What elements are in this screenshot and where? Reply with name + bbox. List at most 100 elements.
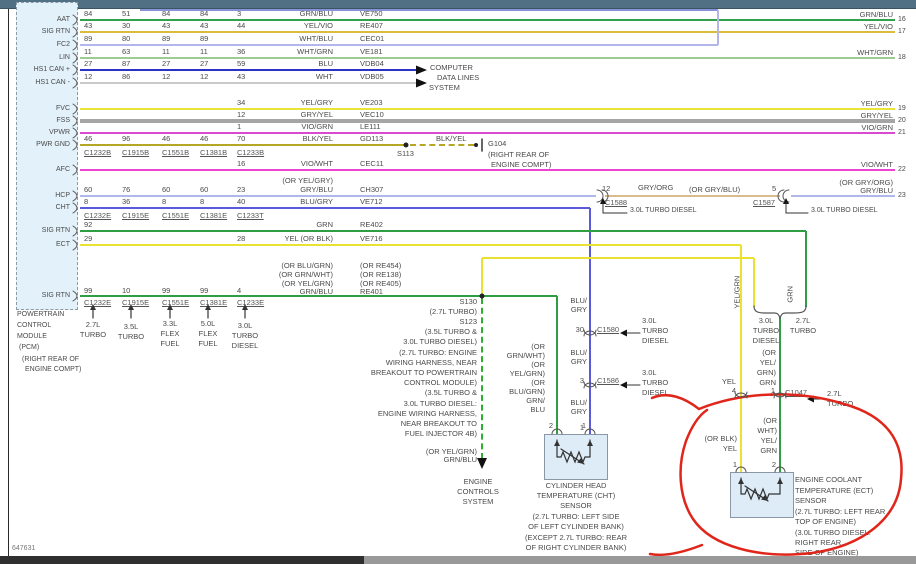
engine-label: TURBO (232, 332, 258, 341)
sensor-label: TEMPERATURE (ECT) (795, 487, 873, 496)
pin-number: 51 (122, 10, 130, 19)
engine-label: FLEX (199, 330, 218, 339)
wire-color-label: (OR BLK) (704, 435, 737, 444)
pin-number: 89 (84, 35, 92, 44)
sensor-label: OF RIGHT CYLINDER BANK) (526, 544, 627, 553)
sensor-label: (EXCEPT 2.7L TURBO: REAR (525, 534, 627, 543)
connector-name[interactable]: C1587 (753, 199, 775, 208)
connector-name[interactable]: C1551E (162, 299, 189, 308)
connector-name[interactable]: C1915B (122, 149, 149, 158)
taskbar-right-segment (364, 556, 916, 564)
connector-name[interactable]: C1232E (84, 299, 111, 308)
pin-number: 10 (122, 287, 130, 296)
pin-number: 87 (122, 60, 130, 69)
wire-color-label: GRN/BLU (300, 288, 333, 297)
pin-number: 59 (237, 60, 245, 69)
computer-arrow-icon (416, 79, 427, 88)
ground-loc: ENGINE COMPT) (491, 161, 551, 170)
circuit-id: VDB04 (360, 60, 384, 69)
connector-name[interactable]: C1551E (162, 212, 189, 221)
wire-hcp-gryorg-mid (605, 195, 780, 197)
pcm-name-line: ENGINE COMPT) (25, 366, 81, 374)
right-wire-label: GRY/BLU (860, 187, 893, 196)
connector-name[interactable]: C1233E (237, 299, 264, 308)
right-row-number: 18 (898, 54, 906, 62)
pcm-name-line: (RIGHT REAR OF (22, 356, 79, 364)
connector-name[interactable]: C1047 (785, 389, 807, 398)
connector-name[interactable]: C1381B (200, 149, 227, 158)
wire-color-label: GRY/ORG (638, 184, 673, 193)
pin-number: 89 (200, 35, 208, 44)
right-wire-label: VIO/WHT (861, 161, 893, 170)
sensor-label: (2.7L TURBO: LEFT REAR (795, 508, 885, 517)
pcm-name-line: (PCM) (19, 344, 39, 352)
pin-number: 99 (84, 287, 92, 296)
splice-label: S113 (397, 150, 414, 159)
wire-hs1can-plus-blu (80, 69, 416, 72)
engine-note: DIESEL (753, 337, 780, 346)
connector-name[interactable]: C1233B (237, 149, 264, 158)
wire-grnblu-to-cht (556, 296, 558, 434)
ground-loc: (RIGHT REAR OF (488, 151, 549, 160)
wire-color-label: GRY (571, 306, 587, 315)
pin-number: 84 (84, 10, 92, 19)
pin-number: 12 (237, 111, 245, 120)
connector-name[interactable]: C1915E (122, 299, 149, 308)
wire-grn-vertical (805, 231, 807, 307)
wire-color-label: YEL/GRN (733, 276, 742, 309)
pin-number: 5 (772, 185, 776, 194)
pin-number: 1 (237, 123, 241, 132)
wire-yelgrn-horizontal (482, 257, 754, 259)
c1587-note-arrow (783, 198, 789, 204)
system-dest: COMPUTER (430, 64, 473, 73)
sensor-label: OF LEFT CYLINDER BANK) (528, 523, 624, 532)
pin-number: 40 (237, 198, 245, 207)
splice-note: CONTROL MODULE) (404, 379, 477, 388)
right-wire-label: GRN/BLU (860, 11, 893, 20)
wire-color-label: BLK/YEL (303, 135, 333, 144)
wire-fvc-yelgry (80, 108, 895, 110)
c1586-note-arrow (620, 382, 627, 389)
engine-note: 3.0L (642, 369, 657, 378)
wire-color-label: GRY/BLU (300, 186, 333, 195)
pin-number: 89 (162, 35, 170, 44)
system-dest: SYSTEM (429, 84, 460, 93)
circuit-id: GD113 (360, 135, 383, 144)
splice-note: 3.0L TURBO DIESEL) (403, 338, 477, 347)
wire-ground-dashed (410, 144, 474, 146)
engine-label: 5.0L (201, 320, 216, 329)
right-row-number: 16 (898, 16, 906, 24)
pin-number: 43 (84, 22, 92, 31)
pin-number: 11 (84, 48, 92, 57)
pin-number: 1 (771, 387, 775, 396)
splice-note: (2.7L TURBO) (429, 308, 477, 317)
connector-name[interactable]: C1233T (237, 212, 264, 221)
engine-label: DIESEL (232, 342, 259, 351)
wire-color-label: GRN (760, 447, 777, 456)
engine-note: 3.0L (642, 317, 657, 326)
splice-note: 3.0L TURBO DIESEL: (404, 400, 477, 409)
connector-name[interactable]: C1232B (84, 149, 111, 158)
c1587-note-line (786, 203, 808, 213)
right-row-number: 23 (898, 192, 906, 200)
g104-ground-dot (474, 143, 478, 147)
connector-name[interactable]: C1580 (597, 326, 619, 335)
pcm-pin-label: HS1 CAN + (34, 66, 70, 74)
pcm-pin-label: VPWR (49, 129, 70, 137)
pin-number: 12 (162, 73, 170, 82)
circuit-id: CH307 (360, 186, 383, 195)
pin-number: 27 (200, 60, 208, 69)
hcp-inline-connector (783, 190, 789, 202)
sensor-label: CYLINDER HEAD (546, 482, 607, 491)
wire-color-label: GRY/YEL (301, 111, 333, 120)
connector-name[interactable]: C1915E (122, 212, 149, 221)
connector-name[interactable]: C1551B (162, 149, 189, 158)
wire-fc2-top-run (140, 9, 718, 11)
connector-name[interactable]: C1588 (605, 199, 627, 208)
sensor-label: RIGHT REAR (795, 539, 841, 548)
connector-name[interactable]: C1381E (200, 212, 227, 221)
connector-name[interactable]: C1381E (200, 299, 227, 308)
splice-note: ENGINE WIRING HARNESS, (378, 410, 477, 419)
connector-name[interactable]: C1586 (597, 377, 619, 386)
wire-color-label: VIO/WHT (301, 160, 333, 169)
